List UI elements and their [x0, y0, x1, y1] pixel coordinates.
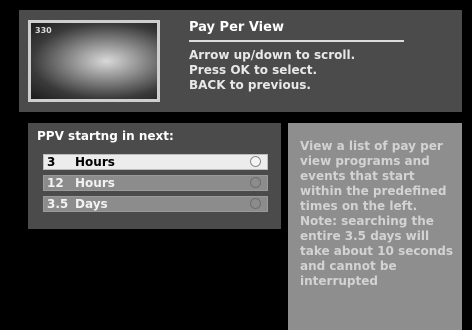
option-unit: Hours [75, 155, 115, 169]
header-panel: 330 Pay Per View Arrow up/down to scroll… [19, 10, 462, 112]
help-panel: View a list of pay per view programs and… [288, 123, 462, 330]
option-3-hours[interactable]: 3 Hours [43, 154, 268, 170]
title-divider [189, 40, 404, 42]
instruction-line: Press OK to select. [189, 63, 318, 77]
option-number: 3.5 [47, 197, 69, 211]
instruction-line: Arrow up/down to scroll. [189, 48, 356, 62]
help-text: View a list of pay per view programs and… [300, 139, 453, 288]
instruction-line: BACK to previous. [189, 78, 311, 92]
thumbnail-channel-number: 330 [35, 26, 52, 35]
option-number: 3 [47, 155, 56, 169]
option-number: 12 [47, 176, 64, 190]
channel-preview-thumbnail: 330 [28, 20, 160, 102]
option-3-5-days[interactable]: 3.5 Days [43, 196, 268, 212]
page-title: Pay Per View [189, 20, 284, 35]
option-unit: Days [75, 197, 108, 211]
ppv-options-label: PPV startng in next: [37, 129, 174, 143]
option-12-hours[interactable]: 12 Hours [43, 175, 268, 191]
radio-icon[interactable] [250, 177, 261, 188]
option-unit: Hours [75, 176, 115, 190]
preview-image: 330 [31, 23, 157, 99]
instructions: Arrow up/down to scroll. Press OK to sel… [189, 48, 355, 93]
ppv-options-panel: PPV startng in next: 3 Hours 12 Hours 3.… [28, 123, 281, 229]
radio-icon[interactable] [250, 156, 261, 167]
radio-icon[interactable] [250, 198, 261, 209]
